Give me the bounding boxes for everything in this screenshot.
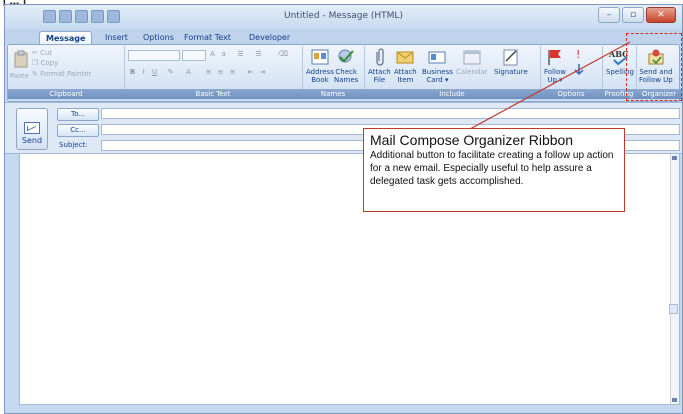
callout-body: Additional button to facilitate creating… bbox=[370, 150, 614, 187]
annotation-callout: Mail Compose Organizer Ribbon Additional… bbox=[363, 128, 625, 212]
callout-title: Mail Compose Organizer Ribbon bbox=[370, 132, 574, 148]
